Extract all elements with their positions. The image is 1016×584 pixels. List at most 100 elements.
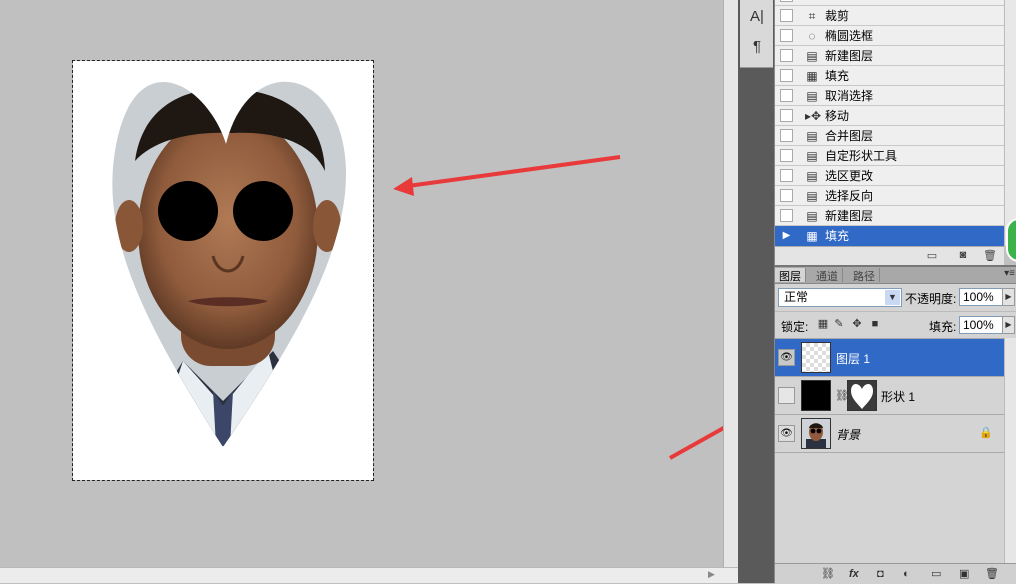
camera-snapshot-icon[interactable]: ◙ (956, 249, 970, 262)
move-icon: ▸✥ (805, 108, 822, 123)
new-document-from-state-icon[interactable]: ▭ (925, 249, 939, 262)
history-state-icon: ▤ (806, 168, 818, 183)
eye-icon[interactable]: 👁 (778, 349, 795, 366)
history-state-pointer-icon: ▶ (782, 230, 791, 241)
snapshot-source-checkbox[interactable] (780, 189, 793, 202)
history-item[interactable]: ◌ 椭圆选框 (775, 26, 1005, 46)
history-item-label: 选区更改 (825, 169, 874, 183)
history-item[interactable]: ▤ 取消选择 (775, 86, 1005, 106)
history-item[interactable]: ▤ 新建图层 (775, 206, 1005, 226)
opacity-slider-icon[interactable]: ▶ (1002, 288, 1015, 306)
history-state-icon: ▤ (806, 48, 818, 63)
history-item[interactable]: ▤ 合并图层 (775, 126, 1005, 146)
fill-slider-icon[interactable]: ▶ (1002, 316, 1015, 334)
opacity-label: 不透明度: (905, 292, 957, 306)
lock-transparency-icon[interactable]: ▦ (817, 318, 829, 330)
history-item[interactable]: ▦ 填充 (775, 66, 1005, 86)
history-item-label: 自定形状工具 (825, 149, 898, 163)
panel-menu-icon[interactable]: ▾≡ (1004, 268, 1015, 279)
history-item[interactable]: ▤ 选择反向 (775, 186, 1005, 206)
paragraph-icon[interactable]: ¶ (748, 38, 766, 56)
layers-scrollbar[interactable] (1004, 338, 1016, 567)
lock-row: 锁定: ▦ ✎ ✥ ■ 填充: 100% ▶ (775, 311, 1016, 339)
snapshot-source-checkbox[interactable] (780, 129, 793, 142)
adjustment-layer-icon[interactable]: ◐ (903, 567, 910, 581)
history-item[interactable]: ▤ 新建图层 (775, 46, 1005, 66)
heart-mask-icon (851, 383, 873, 409)
elliptical-marquee-icon: ◌ (808, 28, 816, 43)
snapshot-source-checkbox[interactable] (780, 89, 793, 102)
history-item-label: 合并图层 (825, 129, 874, 143)
history-item-label: 椭圆选框 (825, 29, 874, 43)
snapshot-source-checkbox[interactable] (780, 69, 793, 82)
snapshot-source-checkbox[interactable] (780, 209, 793, 222)
layer-row-shape1[interactable]: ⛓ 形状 1 (775, 377, 1004, 415)
character-panel-icon[interactable]: A| (748, 8, 766, 26)
history-item[interactable]: ⌗ 裁剪 (775, 6, 1005, 26)
shape-color-thumbnail (801, 380, 831, 411)
layer-name: 背景 (836, 428, 861, 442)
snapshot-source-checkbox[interactable] (780, 149, 793, 162)
blend-mode-select[interactable]: 正常 ▼ (778, 288, 902, 307)
vector-mask-thumbnail (847, 380, 877, 411)
snapshot-source-checkbox[interactable] (780, 169, 793, 182)
history-state-icon: ▤ (806, 88, 818, 103)
snapshot-source-checkbox[interactable] (780, 109, 793, 122)
trash-icon[interactable]: 🗑 (983, 249, 997, 262)
snapshot-source-checkbox[interactable] (780, 49, 793, 62)
blend-mode-value: 正常 (784, 290, 809, 304)
layer-name: 图层 1 (836, 352, 871, 366)
snapshot-source-checkbox[interactable] (780, 9, 793, 22)
panel-dock-strip (738, 0, 774, 583)
group-folder-icon[interactable]: ▭ (931, 567, 941, 581)
history-item-label: 选择反向 (825, 189, 874, 203)
scroll-right-icon[interactable]: ▶ (708, 569, 715, 580)
history-item[interactable]: ▤ 选区更改 (775, 166, 1005, 186)
new-layer-icon[interactable]: ▣ (959, 567, 969, 581)
trash-icon[interactable]: 🗑 (985, 567, 999, 581)
crop-icon: ⌗ (808, 8, 816, 23)
opacity-input[interactable]: 100% (959, 288, 1003, 306)
history-state-icon: ▤ (806, 148, 818, 163)
layers-bottom-bar: ⛓ fx ◘ ◐ ▭ ▣ 🗑 (775, 563, 1016, 584)
history-item-label: 移动 (825, 109, 850, 123)
history-bottom-bar: ▭ ◙ 🗑 (774, 246, 1004, 265)
eye-icon[interactable]: 👁 (778, 425, 795, 442)
history-item[interactable]: ▤ 自定形状工具 (775, 146, 1005, 166)
layer-row-layer1[interactable]: 👁 图层 1 (775, 339, 1004, 377)
history-item-label: 填充 (825, 229, 850, 243)
add-mask-icon[interactable]: ◘ (877, 567, 884, 581)
history-item-active[interactable]: ▶ ▦ 填充 (775, 226, 1005, 246)
layer-thumbnail (801, 342, 831, 373)
fx-icon[interactable]: fx (849, 567, 859, 581)
paragraph-glyph: ¶ (752, 38, 762, 55)
history-item-label: 填充 (825, 69, 850, 83)
layer-name: 形状 1 (881, 390, 916, 404)
lock-all-icon[interactable]: ■ (869, 318, 881, 330)
history-item[interactable]: ▸✥ 移动 (775, 106, 1005, 126)
snapshot-source-checkbox[interactable] (780, 29, 793, 42)
annotation-arrow-canvas (393, 155, 621, 196)
layer-row-background[interactable]: 👁 背景 🔒 (775, 415, 1004, 453)
tab-layers[interactable]: 图层 (775, 268, 806, 283)
portrait-thumbnail-icon (806, 423, 826, 448)
lock-position-icon[interactable]: ✥ (851, 318, 863, 330)
chevron-down-icon[interactable]: ▼ (885, 290, 900, 305)
document-horizontal-scrollbar[interactable]: ▶ (0, 567, 738, 583)
tab-paths[interactable]: 路径 (849, 268, 880, 283)
fill-icon: ▦ (806, 228, 818, 243)
history-state-icon: ▤ (806, 188, 818, 203)
history-scrollbar[interactable] (1004, 0, 1016, 246)
history-panel: ⌗ 裁剪 ◌ 椭圆选框 ▤ 新建图层 ▦ 填充 ▤ 取消选择 ▸✥ 移动 ▤ 合并图层 ▤ 自定… (774, 0, 1005, 246)
document-vertical-scrollbar[interactable] (723, 0, 738, 567)
floating-green-button[interactable] (1006, 218, 1016, 262)
fill-icon: ▦ (806, 68, 818, 83)
fill-label: 填充: (929, 320, 957, 334)
tab-channels[interactable]: 通道 (812, 268, 843, 283)
snapshot-source-checkbox[interactable] (780, 0, 793, 2)
lock-pixels-icon[interactable]: ✎ (833, 318, 845, 330)
history-state-icon: ▤ (806, 208, 818, 223)
link-layers-icon[interactable]: ⛓ (821, 567, 835, 581)
visibility-toggle[interactable] (778, 387, 795, 404)
fill-input[interactable]: 100% (959, 316, 1003, 334)
